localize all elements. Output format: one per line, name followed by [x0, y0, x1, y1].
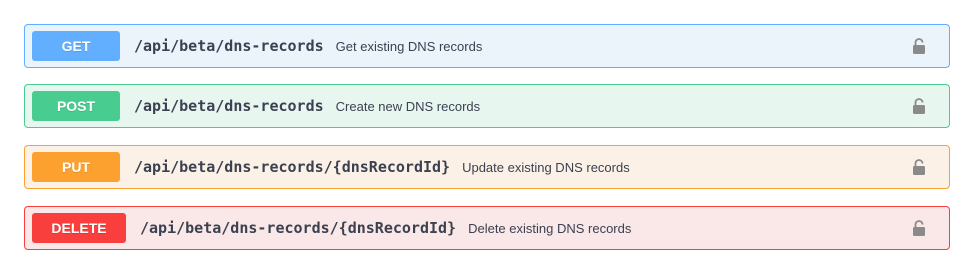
operations-list: GET /api/beta/dns-records Get existing D… — [0, 0, 976, 276]
endpoint-summary: Update existing DNS records — [462, 159, 630, 175]
endpoint-summary: Create new DNS records — [335, 98, 481, 114]
endpoint-path: /api/beta/dns-records/{dnsRecordId} — [140, 219, 457, 237]
lock-icon[interactable] — [909, 94, 929, 118]
endpoint-path: /api/beta/dns-records — [134, 37, 324, 55]
lock-icon[interactable] — [909, 155, 929, 179]
method-badge-get: GET — [32, 31, 120, 61]
method-badge-put: PUT — [32, 152, 120, 182]
operation-post-dns-records[interactable]: POST /api/beta/dns-records Create new DN… — [24, 84, 950, 128]
endpoint-summary: Delete existing DNS records — [468, 220, 632, 236]
method-badge-post: POST — [32, 91, 120, 121]
operation-get-dns-records[interactable]: GET /api/beta/dns-records Get existing D… — [24, 24, 950, 68]
lock-icon[interactable] — [909, 34, 929, 58]
operation-put-dns-record[interactable]: PUT /api/beta/dns-records/{dnsRecordId} … — [24, 145, 950, 189]
endpoint-path: /api/beta/dns-records/{dnsRecordId} — [134, 158, 451, 176]
operation-delete-dns-record[interactable]: DELETE /api/beta/dns-records/{dnsRecordI… — [24, 206, 950, 250]
endpoint-summary: Get existing DNS records — [335, 38, 483, 54]
method-badge-delete: DELETE — [32, 213, 126, 243]
endpoint-path: /api/beta/dns-records — [134, 97, 324, 115]
lock-icon[interactable] — [909, 216, 929, 240]
